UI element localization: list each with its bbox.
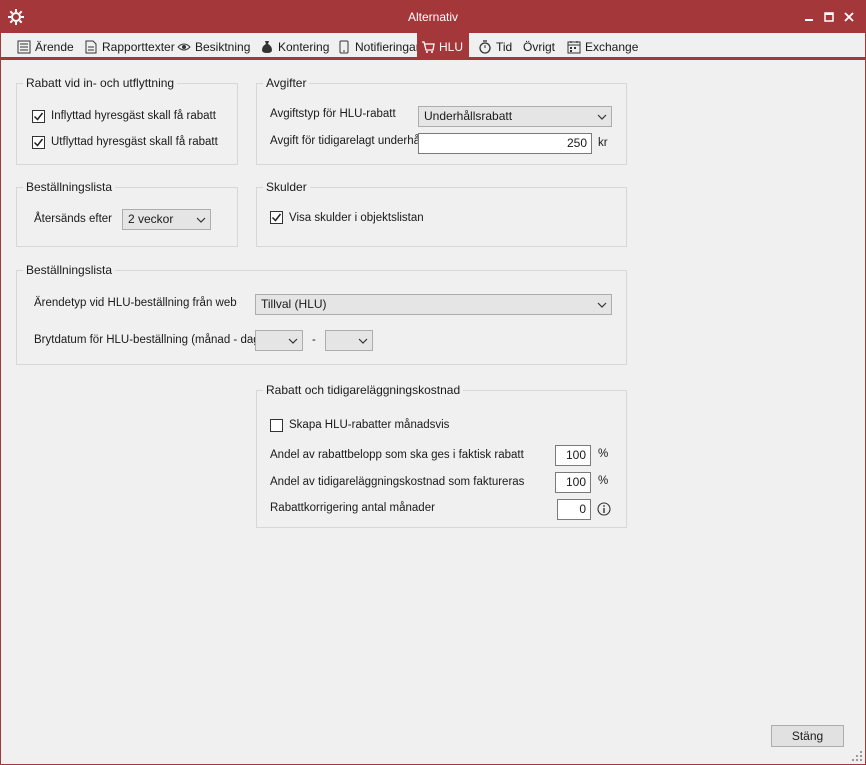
chevron-down-icon xyxy=(196,217,206,223)
group-title: Rabatt och tidigareläggningskostnad xyxy=(263,383,464,397)
tab-bar: Ärende Rapporttexter Besiktning Konterin… xyxy=(1,33,865,60)
tab-hlu[interactable]: HLU xyxy=(417,33,469,60)
phone-icon xyxy=(339,40,349,54)
check-icon xyxy=(33,138,44,147)
tab-label: HLU xyxy=(439,39,464,54)
andel-rabatt-label: Andel av rabattbelopp som ska ges i fakt… xyxy=(270,449,524,461)
tab-arende[interactable]: Ärende xyxy=(13,35,78,59)
brytdatum-label: Brytdatum för HLU-beställning (månad - d… xyxy=(34,334,264,346)
check-icon xyxy=(33,112,44,121)
skapa-hlu-checkbox[interactable] xyxy=(270,419,283,432)
atersands-value: 2 veckor xyxy=(128,212,174,226)
utflyttad-checkbox[interactable] xyxy=(32,136,45,149)
atersands-select[interactable]: 2 veckor xyxy=(122,209,211,230)
arendetyp-select[interactable]: Tillval (HLU) xyxy=(255,294,612,315)
inflyttad-label: Inflyttad hyresgäst skall få rabatt xyxy=(51,110,216,122)
brytdatum-separator: - xyxy=(312,334,316,346)
close-icon xyxy=(844,12,854,22)
tab-notifieringar[interactable]: Notifieringar xyxy=(333,35,424,59)
korrigering-label: Rabattkorrigering antal månader xyxy=(270,502,435,514)
tab-label: Besiktning xyxy=(195,40,251,54)
chevron-down-icon xyxy=(358,338,368,344)
tab-label: Notifieringar xyxy=(355,40,420,54)
avgiftstyp-value: Underhållsrabatt xyxy=(424,109,513,123)
tab-label: Ärende xyxy=(35,40,74,54)
tab-label: Exchange xyxy=(585,40,639,54)
list-icon xyxy=(17,40,31,54)
close-window-button[interactable] xyxy=(839,7,859,27)
tab-tid[interactable]: Tid xyxy=(474,35,516,59)
avgift-unit: kr xyxy=(598,137,608,149)
brytdatum-day-select[interactable] xyxy=(325,330,373,351)
inflyttad-checkbox[interactable] xyxy=(32,110,45,123)
calendar-icon xyxy=(567,41,581,54)
andel-kostnad-unit: % xyxy=(598,475,609,487)
tab-label: Övrigt xyxy=(523,40,556,54)
arendetyp-label: Ärendetyp vid HLU-beställning från web xyxy=(34,297,237,309)
group-title: Rabatt vid in- och utflyttning xyxy=(23,76,178,90)
group-bestallningslista-2: Beställningslista xyxy=(16,263,627,365)
brytdatum-month-select[interactable] xyxy=(255,330,303,351)
avgift-input[interactable]: 250 xyxy=(418,133,592,154)
tab-ovrigt[interactable]: Övrigt xyxy=(519,35,559,59)
tab-label: Kontering xyxy=(278,40,330,54)
andel-rabatt-unit: % xyxy=(598,448,609,460)
stopwatch-icon xyxy=(479,40,491,54)
info-icon[interactable] xyxy=(597,502,611,516)
arendetyp-value: Tillval (HLU) xyxy=(261,297,327,311)
maximize-icon xyxy=(824,12,834,22)
tab-rapporttexter[interactable]: Rapporttexter xyxy=(80,35,179,59)
tab-kontering[interactable]: Kontering xyxy=(256,35,333,59)
close-button[interactable]: Stäng xyxy=(771,725,844,747)
tab-label: Tid xyxy=(496,40,513,54)
cart-icon xyxy=(422,40,435,53)
group-rabatt-flytt: Rabatt vid in- och utflyttning xyxy=(16,76,238,165)
tab-exchange[interactable]: Exchange xyxy=(563,35,642,59)
minimize-icon xyxy=(805,19,813,21)
atersands-label: Återsänds efter xyxy=(34,213,112,225)
avgiftstyp-label: Avgiftstyp för HLU-rabatt xyxy=(270,108,396,120)
group-title: Beställningslista xyxy=(23,180,116,194)
options-window: Alternativ Ärende Rapporttexter Besiktni… xyxy=(0,0,866,765)
group-title: Skulder xyxy=(263,180,310,194)
skapa-hlu-label: Skapa HLU-rabatter månadsvis xyxy=(289,419,450,431)
eye-icon xyxy=(177,43,191,51)
visa-skulder-label: Visa skulder i objektslistan xyxy=(289,212,424,224)
andel-rabatt-input[interactable]: 100 xyxy=(555,445,591,466)
check-icon xyxy=(271,213,282,222)
maximize-button[interactable] xyxy=(819,7,839,27)
visa-skulder-checkbox[interactable] xyxy=(270,211,283,224)
tab-besiktning[interactable]: Besiktning xyxy=(173,35,254,59)
chevron-down-icon xyxy=(597,114,607,120)
korrigering-input[interactable]: 0 xyxy=(557,499,591,520)
andel-kostnad-input[interactable]: 100 xyxy=(555,472,591,493)
avgift-label: Avgift för tidigarelagt underhåll xyxy=(270,135,426,147)
document-icon xyxy=(85,40,97,54)
resize-grip-icon[interactable] xyxy=(851,750,863,762)
title-bar: Alternativ xyxy=(1,1,865,33)
avgiftstyp-select[interactable]: Underhållsrabatt xyxy=(418,106,612,127)
chevron-down-icon xyxy=(288,338,298,344)
window-title: Alternativ xyxy=(407,10,459,24)
chevron-down-icon xyxy=(597,302,607,308)
group-title: Beställningslista xyxy=(23,263,116,277)
andel-kostnad-label: Andel av tidigareläggningskostnad som fa… xyxy=(270,476,525,488)
minimize-button[interactable] xyxy=(799,7,819,27)
tab-label: Rapporttexter xyxy=(102,40,175,54)
utflyttad-label: Utflyttad hyresgäst skall få rabatt xyxy=(51,136,218,148)
group-title: Avgifter xyxy=(263,76,310,90)
money-bag-icon xyxy=(262,41,272,53)
